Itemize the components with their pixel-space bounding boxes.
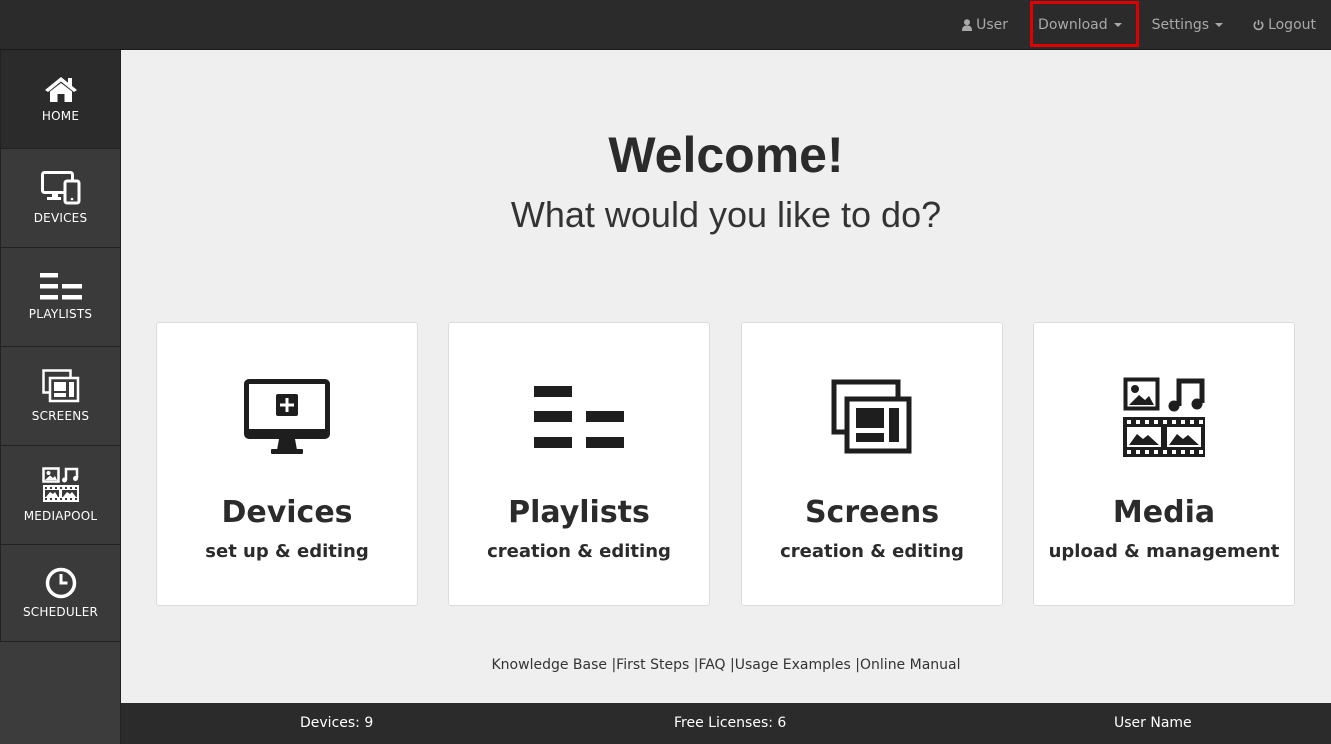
card-title: Devices: [221, 495, 353, 530]
card-subtitle: set up & editing: [205, 541, 369, 562]
main-content: Welcome! What would you like to do? Devi…: [121, 50, 1331, 703]
monitor-plus-icon: [244, 379, 330, 454]
clock-icon: [45, 567, 76, 599]
sidebar-item-mediapool[interactable]: MEDIAPOOL: [0, 446, 120, 545]
user-icon: [962, 19, 973, 31]
sidebar-item-label: SCHEDULER: [22, 605, 99, 619]
sidebar-item-home[interactable]: HOME: [0, 50, 120, 149]
caret-down-icon: [1215, 23, 1224, 27]
home-icon: [44, 77, 77, 102]
playlists-icon: [534, 386, 624, 448]
card-title: Media: [1112, 495, 1216, 530]
screens-icon: [41, 369, 79, 403]
card-subtitle: upload & management: [1048, 541, 1280, 562]
settings-menu[interactable]: Settings: [1137, 0, 1238, 50]
power-icon: [1253, 19, 1264, 31]
sidebar-item-playlists[interactable]: PLAYLISTS: [0, 248, 120, 347]
devices-count: Devices: 9: [300, 715, 374, 731]
top-nav-menu: User Download Settings Logout: [947, 0, 1331, 50]
sidebar-item-scheduler[interactable]: SCHEDULER: [0, 545, 120, 642]
knowledge-base-link[interactable]: Knowledge Base: [492, 657, 608, 673]
sidebar-item-devices[interactable]: DEVICES: [0, 149, 120, 248]
media-card[interactable]: Media upload & management: [1033, 322, 1295, 606]
sidebar-item-label: HOME: [41, 109, 80, 123]
caret-down-icon: [1113, 23, 1122, 27]
devices-icon: [40, 171, 80, 205]
user-menu[interactable]: User: [947, 0, 1023, 50]
page-title: Welcome!: [608, 127, 844, 183]
free-licenses-count: Free Licenses: 6: [674, 715, 787, 731]
settings-menu-label: Settings: [1151, 17, 1210, 33]
screens-card[interactable]: Screens creation & editing: [741, 322, 1003, 606]
user-menu-label: User: [976, 17, 1009, 33]
download-menu[interactable]: Download: [1023, 0, 1137, 50]
footer-links: Knowledge Base |First Steps |FAQ |Usage …: [121, 657, 1331, 673]
media-icon: [1123, 377, 1205, 457]
sidebar-item-label: MEDIAPOOL: [23, 509, 98, 523]
screens-icon: [831, 379, 912, 454]
user-name: User Name: [1114, 715, 1192, 731]
logout-link[interactable]: Logout: [1238, 0, 1331, 50]
card-subtitle: creation & editing: [487, 541, 671, 562]
faq-link[interactable]: FAQ: [698, 657, 725, 673]
playlists-icon: [39, 273, 82, 300]
sidebar-item-label: PLAYLISTS: [28, 307, 93, 321]
logout-label: Logout: [1268, 17, 1316, 33]
card-title: Playlists: [508, 495, 650, 530]
sidebar-item-label: SCREENS: [31, 409, 90, 423]
first-steps-link[interactable]: First Steps: [616, 657, 689, 673]
top-navbar: User Download Settings Logout: [0, 0, 1331, 50]
download-menu-label: Download: [1038, 17, 1108, 33]
sidebar-item-label: DEVICES: [33, 211, 88, 225]
mediapool-icon: [41, 467, 79, 502]
status-bar: Devices: 9 Free Licenses: 6 User Name: [121, 703, 1331, 744]
sidebar: HOME DEVICES PLAYLISTS SCREENS MEDIAPOOL…: [0, 50, 121, 744]
card-subtitle: creation & editing: [780, 541, 964, 562]
online-manual-link[interactable]: Online Manual: [860, 657, 960, 673]
devices-card[interactable]: Devices set up & editing: [156, 322, 418, 606]
playlists-card[interactable]: Playlists creation & editing: [448, 322, 710, 606]
sidebar-item-screens[interactable]: SCREENS: [0, 347, 120, 446]
page-subtitle: What would you like to do?: [510, 194, 942, 235]
card-title: Screens: [804, 495, 940, 530]
usage-examples-link[interactable]: Usage Examples: [735, 657, 851, 673]
